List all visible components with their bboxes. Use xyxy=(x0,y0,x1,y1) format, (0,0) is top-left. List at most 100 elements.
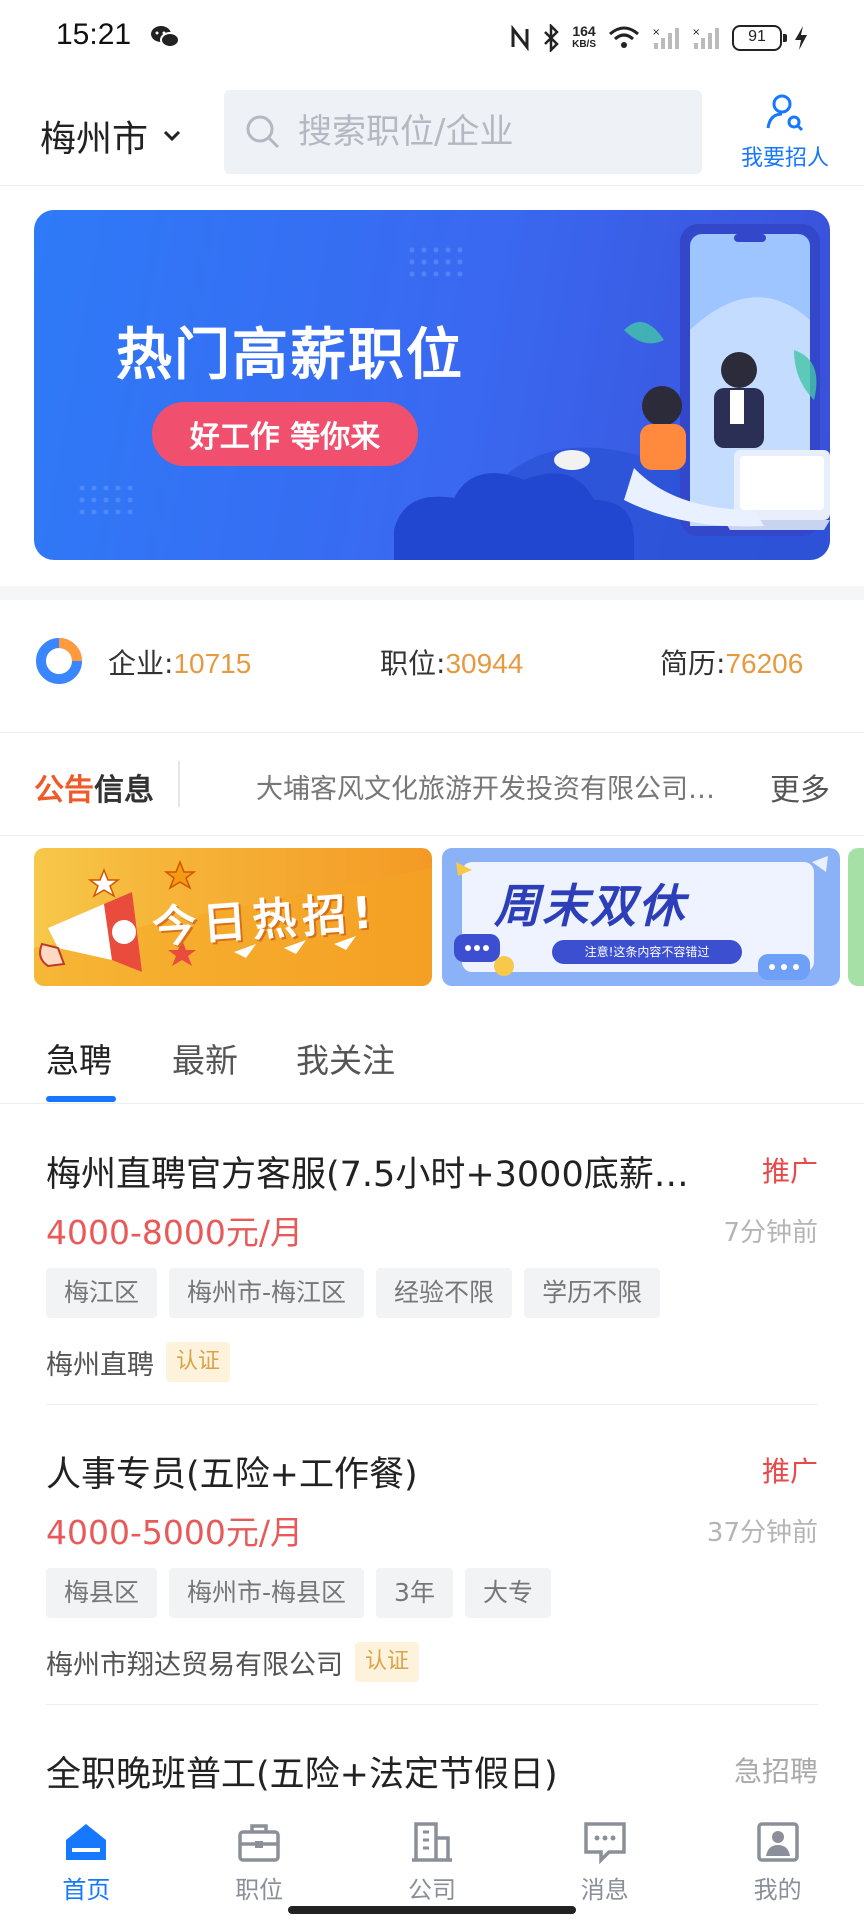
job-post-time: 37分钟前 xyxy=(706,1518,818,1548)
job-card[interactable]: 梅州直聘官方客服(7.5小时+3000底薪… 推广 4000-8000元/月 7… xyxy=(46,1146,818,1386)
promo-hot-jobs[interactable]: 今日热招! xyxy=(34,848,432,986)
tabbar-messages[interactable]: 消息 xyxy=(518,1800,691,1920)
net-speed: 164 KB/S xyxy=(572,23,596,50)
tab-urgent[interactable]: 急聘 xyxy=(46,1034,112,1082)
search-box[interactable] xyxy=(224,90,702,174)
stat-resumes-value: 76206 xyxy=(725,648,804,679)
job-tag: 梅江区 xyxy=(46,1268,158,1318)
promo-carousel: 今日热招! 周末双休 注意!这条内容不容错过 xyxy=(0,846,864,988)
city-selector[interactable]: 梅州市 xyxy=(40,110,182,162)
notice-divider xyxy=(178,761,180,807)
top-header: 梅州市 我要招人 xyxy=(0,78,864,186)
promo-next-card[interactable] xyxy=(848,848,864,986)
pie-chart-icon xyxy=(36,638,82,684)
job-title: 梅州直聘官方客服(7.5小时+3000底薪… xyxy=(46,1155,689,1195)
job-tag: 梅州市-梅江区 xyxy=(169,1268,365,1318)
chevron-down-icon xyxy=(163,130,181,142)
bottom-tab-bar: 首页 职位 公司 消息 我的 xyxy=(0,1800,864,1920)
banner-title: 热门高薪职位 xyxy=(116,323,464,388)
status-time: 15:21 xyxy=(56,18,132,51)
stats-row: 企业:10715 职位:30944 简历:76206 xyxy=(0,610,864,710)
svg-text:×: × xyxy=(652,27,660,38)
tabbar-jobs-label: 职位 xyxy=(235,1876,284,1904)
briefcase-icon xyxy=(238,1824,280,1862)
job-card[interactable]: 人事专员(五险+工作餐) 推广 4000-5000元/月 37分钟前 梅县区 梅… xyxy=(46,1446,818,1686)
job-tag: 3年 xyxy=(376,1568,453,1618)
job-tags: 梅县区 梅州市-梅县区 3年 大专 xyxy=(46,1568,551,1618)
job-post-time: 7分钟前 xyxy=(723,1218,818,1248)
job-tag: 梅县区 xyxy=(46,1568,158,1618)
city-label: 梅州市 xyxy=(40,119,149,160)
job-company: 梅州市翔达贸易有限公司 认证 xyxy=(46,1642,420,1682)
job-company: 梅州直聘 认证 xyxy=(46,1342,231,1382)
job-card[interactable]: 全职晚班普工(五险+法定节假日) 急招聘 xyxy=(46,1746,818,1800)
job-tag: 学历不限 xyxy=(524,1268,661,1318)
bluetooth-icon xyxy=(544,24,559,52)
job-divider xyxy=(46,1704,818,1705)
status-bar: 15:21 164 KB/S × × 91 xyxy=(0,0,864,78)
notice-logo: 公告信息 xyxy=(34,773,154,808)
search-input[interactable] xyxy=(298,112,678,152)
recruit-label: 我要招人 xyxy=(740,146,829,171)
stat-companies-value: 10715 xyxy=(173,648,252,679)
job-salary: 4000-8000元/月 xyxy=(46,1213,303,1252)
notice-bar[interactable]: 公告信息 大埔客风文化旅游开发投资有限公司… 更多 xyxy=(0,732,864,836)
building-icon xyxy=(411,1822,452,1862)
search-icon xyxy=(246,115,280,149)
hero-banner[interactable]: 热门高薪职位 好工作 等你来 xyxy=(34,210,830,560)
tabbar-home-label: 首页 xyxy=(62,1876,111,1904)
stat-companies-label: 企业: xyxy=(108,647,174,680)
nfc-icon xyxy=(511,25,529,51)
company-name: 梅州市翔达贸易有限公司 xyxy=(46,1649,343,1681)
active-tab-indicator xyxy=(46,1096,116,1102)
tabbar-home[interactable]: 首页 xyxy=(0,1800,173,1920)
message-icon xyxy=(584,1822,626,1865)
tabbar-jobs[interactable]: 职位 xyxy=(173,1800,346,1920)
profile-icon xyxy=(756,1822,799,1862)
tab-following[interactable]: 我关注 xyxy=(296,1034,395,1082)
job-promo-badge: 推广 xyxy=(761,1455,818,1488)
job-salary: 4000-5000元/月 xyxy=(46,1513,303,1552)
stat-jobs-value: 30944 xyxy=(445,648,524,679)
stat-jobs: 职位:30944 xyxy=(380,642,523,682)
status-icons: 164 KB/S × × 91 xyxy=(510,18,808,58)
stat-resumes: 简历:76206 xyxy=(660,642,803,682)
promo-weekend-text: 周末双休 xyxy=(494,879,686,933)
job-urgent-badge: 急招聘 xyxy=(733,1755,818,1788)
signal-1-icon: × xyxy=(652,27,679,49)
notice-text[interactable]: 大埔客风文化旅游开发投资有限公司… xyxy=(256,767,716,806)
notice-more-link[interactable]: 更多 xyxy=(770,765,830,809)
charging-icon xyxy=(795,26,807,50)
user-search-icon xyxy=(766,94,804,132)
tab-latest[interactable]: 最新 xyxy=(172,1034,238,1082)
tabbar-profile-label: 我的 xyxy=(753,1876,802,1904)
job-title: 人事专员(五险+工作餐) xyxy=(46,1455,418,1495)
tabbar-companies[interactable]: 公司 xyxy=(346,1800,519,1920)
battery-icon: 91 xyxy=(732,25,787,51)
job-tag: 梅州市-梅县区 xyxy=(169,1568,365,1618)
signal-2-icon: × xyxy=(692,27,719,49)
job-tag: 经验不限 xyxy=(376,1268,513,1318)
home-icon xyxy=(66,1824,107,1860)
tabbar-profile[interactable]: 我的 xyxy=(691,1800,864,1920)
home-indicator[interactable] xyxy=(288,1906,576,1914)
job-title: 全职晚班普工(五险+法定节假日) xyxy=(46,1755,558,1795)
stat-jobs-label: 职位: xyxy=(380,647,446,680)
job-tabs: 急聘 最新 我关注 xyxy=(0,1000,864,1104)
company-name: 梅州直聘 xyxy=(46,1349,154,1381)
tabbar-messages-label: 消息 xyxy=(580,1876,629,1904)
verified-badge: 认证 xyxy=(355,1642,420,1682)
wifi-icon xyxy=(609,26,639,48)
promo-weekend-off[interactable]: 周末双休 注意!这条内容不容错过 xyxy=(442,848,840,986)
tabbar-companies-label: 公司 xyxy=(407,1876,456,1904)
banner-pill: 好工作 等你来 xyxy=(152,402,418,466)
stat-companies: 企业:10715 xyxy=(108,642,251,682)
job-divider xyxy=(46,1404,818,1405)
promo-weekend-note: 注意!这条内容不容错过 xyxy=(552,940,742,964)
job-promo-badge: 推广 xyxy=(761,1155,818,1188)
svg-text:×: × xyxy=(692,27,700,38)
job-tags: 梅江区 梅州市-梅江区 经验不限 学历不限 xyxy=(46,1268,661,1318)
job-tag: 大专 xyxy=(464,1568,551,1618)
recruit-button[interactable]: 我要招人 xyxy=(730,92,840,172)
wechat-icon xyxy=(150,24,180,54)
